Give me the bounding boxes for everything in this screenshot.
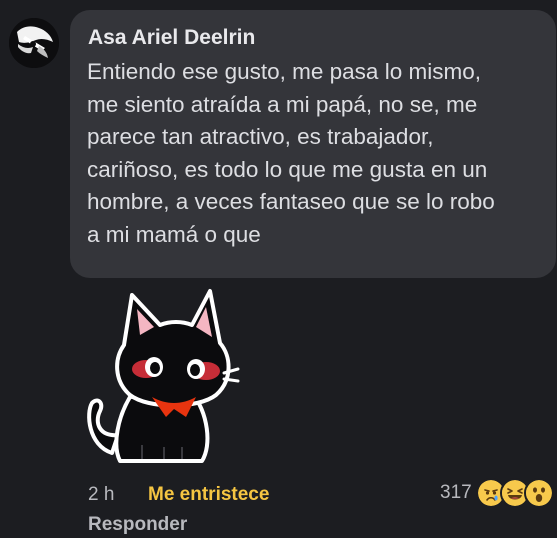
comment-line: cariñoso, es todo lo que me gusta en un [87,156,488,182]
reply-button[interactable]: Responder [88,514,187,536]
comment-bubble: Asa Ariel Deelrin Entiendo ese gusto, me… [70,10,556,278]
black-cat-sticker [82,285,252,470]
reactions-summary[interactable]: 317 [440,478,554,508]
react-button[interactable]: Me entristece [148,484,269,506]
cat-sticker-image [87,289,240,463]
comment-author[interactable]: Asa Ariel Deelrin [88,26,255,50]
comment-line: me siento atraída a mi papá, no se, me [87,91,478,117]
comment-text: Entiendo ese gusto, me pasa lo mismo, me… [87,56,542,252]
avatar[interactable] [9,18,59,68]
avatar-image [9,18,59,68]
comment-line: parece tan atractivo, es trabajador, [87,124,434,150]
comment-line: a mi mamá o que [87,221,261,247]
comment-timestamp[interactable]: 2 h [88,484,114,506]
comment-line: Entiendo ese gusto, me pasa lo mismo, [87,59,481,84]
reaction-count: 317 [440,482,472,503]
comment-line: hombre, a veces fantaseo que se lo robo [87,189,495,215]
wow-reaction-icon [523,478,554,508]
